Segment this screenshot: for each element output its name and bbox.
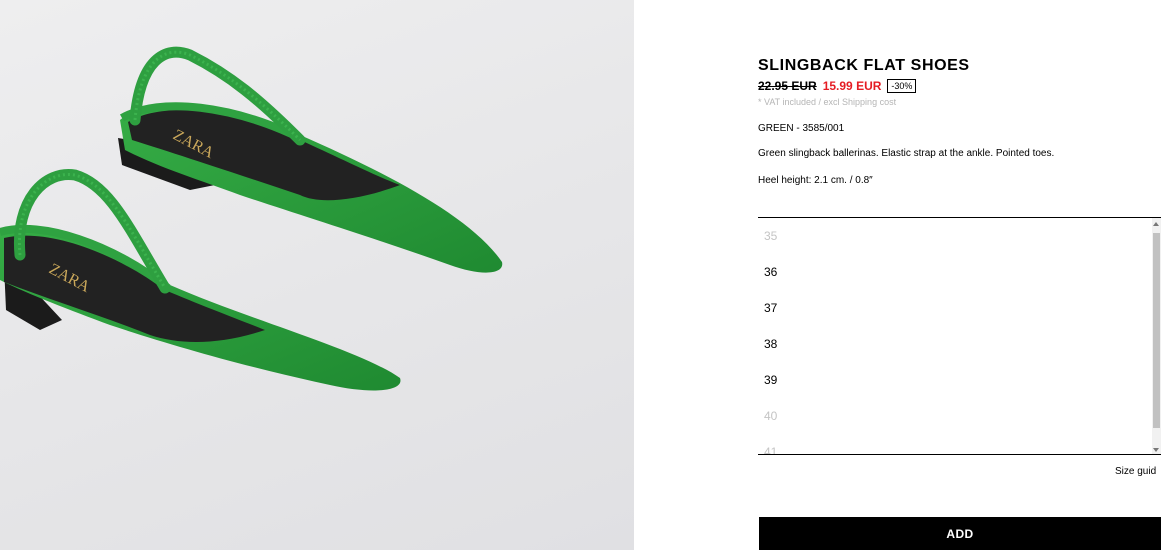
scroll-thumb[interactable] xyxy=(1153,233,1160,428)
color-reference: GREEN - 3585/001 xyxy=(758,123,845,134)
product-title: SLINGBACK FLAT SHOES xyxy=(758,57,970,74)
price-row: 22.95 EUR 15.99 EUR -30% xyxy=(758,79,917,93)
size-option-36[interactable]: 36 xyxy=(764,264,777,300)
size-option-39[interactable]: 39 xyxy=(764,372,777,408)
add-button[interactable]: ADD xyxy=(759,517,1161,550)
product-description: Green slingback ballerinas. Elastic stra… xyxy=(758,148,1055,159)
discount-badge: -30% xyxy=(887,79,917,93)
size-option-37[interactable]: 37 xyxy=(764,300,777,336)
size-guide-link[interactable]: Size guid xyxy=(1115,466,1156,477)
product-page: ZARA ZARA SLINGBACK FLAT SHOES 22.95 EUR… xyxy=(0,0,1161,550)
product-details: SLINGBACK FLAT SHOES 22.95 EUR 15.99 EUR… xyxy=(758,0,1161,550)
sale-price: 15.99 EUR xyxy=(822,79,882,93)
size-option-41: 41 xyxy=(764,445,778,455)
shoes-illustration: ZARA ZARA xyxy=(0,46,503,391)
size-option-40: 40 xyxy=(764,409,778,423)
size-option-38[interactable]: 38 xyxy=(764,336,777,372)
size-selector[interactable]: 35 36 37 38 39 40 41 xyxy=(758,217,1161,455)
old-price: 22.95 EUR xyxy=(758,79,817,93)
size-list: 35 36 37 38 39 40 41 xyxy=(764,228,778,455)
size-option-35: 35 xyxy=(764,229,778,243)
heel-height: Heel height: 2.1 cm. / 0.8″ xyxy=(758,175,873,186)
product-image[interactable]: ZARA ZARA xyxy=(0,0,634,550)
scroll-down-icon[interactable] xyxy=(1153,448,1159,452)
vat-note: * VAT included / excl Shipping cost xyxy=(758,97,897,107)
size-scrollbar[interactable] xyxy=(1152,218,1161,454)
scroll-up-icon[interactable] xyxy=(1153,222,1159,226)
